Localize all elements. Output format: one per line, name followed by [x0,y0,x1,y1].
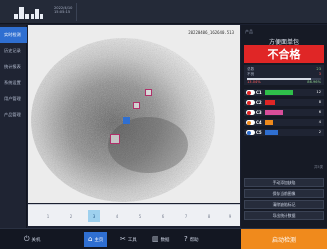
toggle-knob [246,120,251,125]
defect-bar [265,110,283,115]
sidebar-item-users[interactable]: 用户管理 [0,91,27,107]
thumbnail[interactable]: 2 [65,210,77,222]
defect-marker[interactable] [123,117,130,124]
home-button[interactable]: ⌂ 主页 [84,232,108,247]
defect-marker[interactable] [133,102,140,109]
panel-label: 产品 [245,29,253,34]
sidebar-item-label: 产品管理 [4,112,21,117]
clear-marks-button[interactable]: 清除缺陷标记 [244,200,324,209]
defect-value: 8 [318,100,321,104]
defect-marker[interactable] [110,134,120,144]
inspection-image [28,25,240,203]
defect-row[interactable]: C2 8 [244,99,324,106]
defect-code: C4 [256,119,262,125]
defect-row[interactable]: C1 12 [244,89,324,96]
defect-code: C5 [256,129,262,135]
defect-code: C3 [256,109,262,115]
defect-value: 4 [318,120,321,124]
verdict-badge: 不合格 [244,45,324,63]
defect-row[interactable]: C3 6 [244,109,324,116]
toggle-switch[interactable] [246,100,255,105]
sidebar-item-products[interactable]: 产品管理 [0,107,27,123]
tools-icon: ✂ [120,235,126,243]
toggle-switch[interactable] [246,90,255,95]
toggle-switch[interactable] [246,120,255,125]
sidebar-item-label: 用户管理 [4,96,21,101]
sidebar: 实时检测 历史记录 统计报表 系统设置 用户管理 产品管理 [0,25,27,228]
help-icon: ? [184,235,188,243]
sidebar-item-label: 实时检测 [4,32,21,37]
fail-rate: 13.04% [247,80,261,84]
defect-bar [265,120,273,125]
image-timestamp: 20220406_162640.513 [188,30,234,35]
start-inspection-button[interactable]: 启动检测 [241,229,327,249]
date-time: 2022/4/10 15:05:15 [54,6,72,14]
sidebar-item-realtime[interactable]: 实时检测 [0,27,27,43]
home-icon: ⌂ [88,235,93,243]
pass-rate: 86.96% [307,80,321,84]
add-defect-button[interactable]: 手动添加缺陷 [244,178,324,187]
defect-value: 6 [318,110,321,114]
sidebar-item-reports[interactable]: 统计报表 [0,59,27,75]
fail-value: 3 [318,72,321,76]
defect-bar [265,100,275,105]
defect-row[interactable]: C5 2 [244,129,324,136]
defect-marker[interactable] [145,89,152,96]
thumbnail[interactable]: 1 [42,210,54,222]
toggle-switch[interactable] [246,130,255,135]
sidebar-item-history[interactable]: 历史记录 [0,43,27,59]
defect-count-text: 共5类 [314,165,323,169]
inspection-image-view[interactable]: 20220406_162640.513 [28,25,240,203]
toggle-switch[interactable] [246,110,255,115]
thumbnail[interactable]: 9 [224,210,236,222]
result-panel: 产品 方便面单包 不合格 总数 23 不良 3 13.04% 86.96% C1… [241,25,327,228]
chart-icon: ▥ [152,235,159,243]
defect-value: 2 [318,130,321,134]
toggle-knob [246,130,251,135]
defect-row[interactable]: C4 4 [244,119,324,126]
time-text: 15:05:15 [54,10,71,14]
defect-bar [265,130,278,135]
power-icon: ⏻ [24,235,30,243]
thumbnail[interactable]: 5 [134,210,146,222]
help-button[interactable]: ? 帮助 [180,232,203,247]
save-image-button[interactable]: 保存当前图像 [244,189,324,198]
logo-icon [14,7,52,19]
thumbnail-strip: 1 2 3 4 5 6 7 8 9 [28,204,240,226]
tools-button[interactable]: ✂ 工具 [116,232,141,247]
defect-value: 12 [316,90,321,94]
defect-bar [265,90,293,95]
sidebar-item-label: 系统设置 [4,80,21,85]
thumbnail[interactable]: 4 [111,210,123,222]
toggle-knob [246,90,251,95]
data-button[interactable]: ▥ 数据 [148,232,173,247]
thumbnail[interactable]: 8 [203,210,215,222]
defect-code: C1 [256,89,262,95]
stats-box: 总数 23 不良 3 13.04% 86.96% [244,65,324,85]
top-divider [76,3,77,21]
top-bar: 2022/4/10 15:05:15 [0,0,327,24]
toggle-knob [246,110,251,115]
thumbnail[interactable]: 6 [157,210,169,222]
export-data-button[interactable]: 导出统计数据 [244,211,324,220]
power-button[interactable]: ⏻ 关机 [20,232,44,247]
fail-label: 不良 [247,72,255,76]
defect-code: C2 [256,99,262,105]
toggle-knob [246,100,251,105]
total-value: 23 [316,67,321,71]
sidebar-item-label: 历史记录 [4,48,21,53]
thumbnail-selected[interactable]: 3 [88,210,100,222]
sidebar-item-label: 统计报表 [4,64,21,69]
thumbnail[interactable]: 7 [180,210,192,222]
sidebar-item-settings[interactable]: 系统设置 [0,75,27,91]
